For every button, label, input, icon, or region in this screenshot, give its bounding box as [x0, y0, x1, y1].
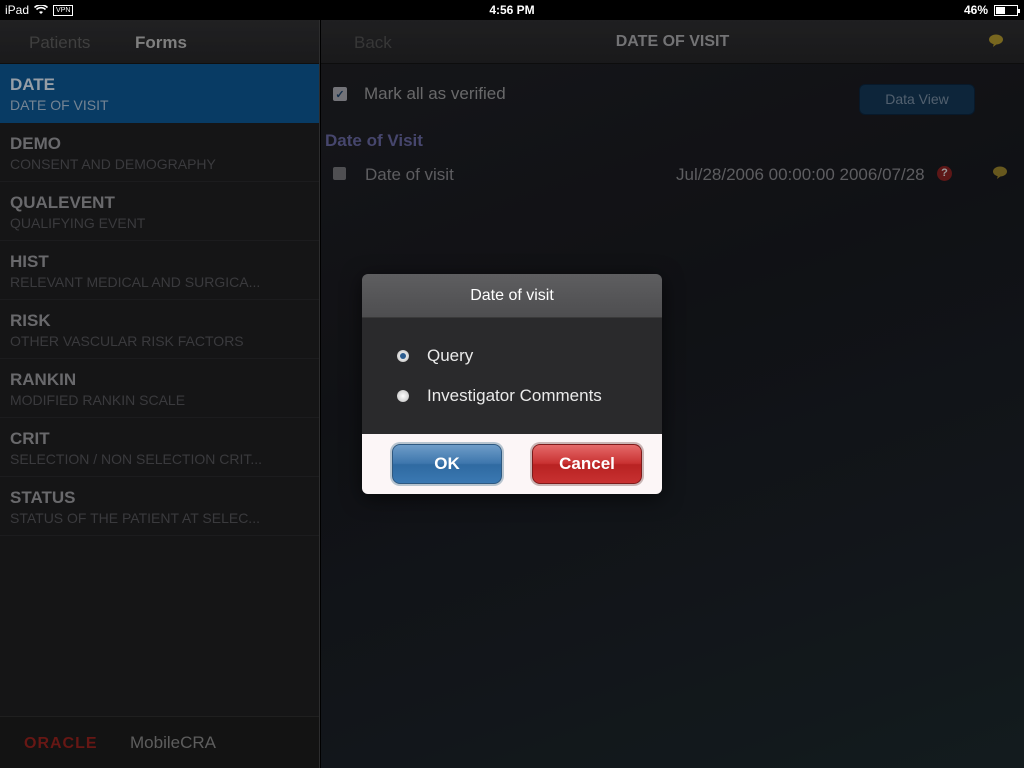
dialog-title: Date of visit	[362, 274, 662, 318]
battery-icon	[994, 4, 1020, 16]
dialog-body: Query Investigator Comments	[362, 318, 662, 434]
option-investigator-comments[interactable]: Investigator Comments	[397, 386, 602, 406]
status-bar: iPad VPN 4:56 PM 46%	[0, 0, 1024, 20]
battery-percent: 46%	[963, 3, 988, 17]
option-label: Investigator Comments	[427, 386, 602, 405]
option-label: Query	[427, 346, 474, 365]
dialog-footer: OK Cancel	[362, 434, 662, 494]
battery-fill	[996, 6, 1006, 14]
query-radio[interactable]	[397, 350, 409, 362]
investigator-comments-radio[interactable]	[397, 390, 409, 402]
status-right: 46%	[963, 3, 1020, 17]
cancel-button[interactable]: Cancel	[532, 444, 642, 484]
option-query[interactable]: Query	[397, 346, 473, 366]
status-time: 4:56 PM	[489, 3, 535, 17]
date-of-visit-dialog: Date of visit Query Investigator Comment…	[362, 274, 662, 494]
ok-button[interactable]: OK	[392, 444, 502, 484]
